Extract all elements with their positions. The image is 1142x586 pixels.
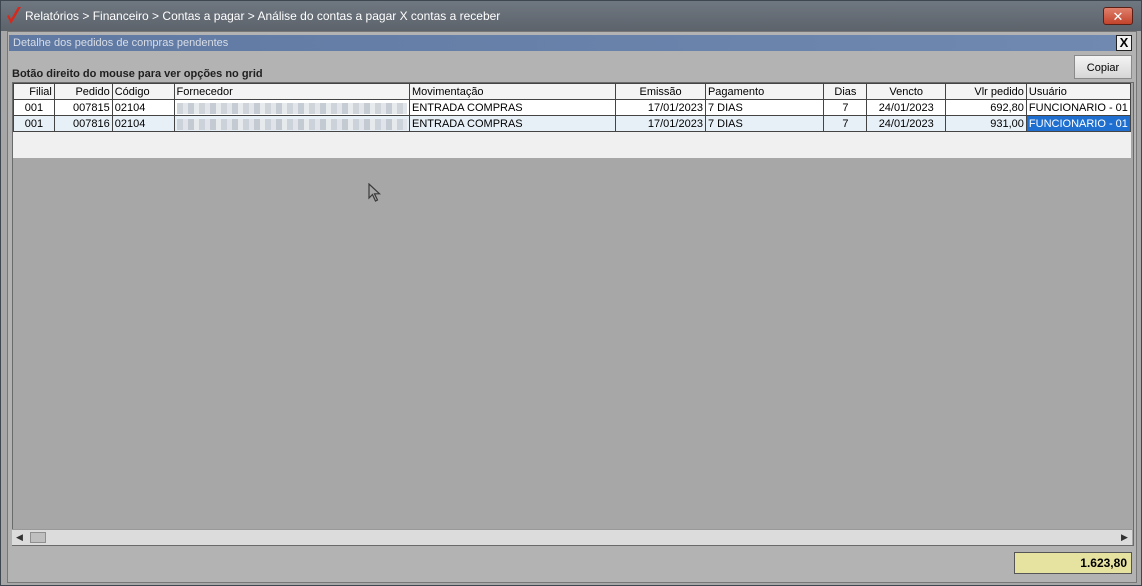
col-header-emissao[interactable]: Emissão	[615, 83, 706, 100]
grid-hint-text: Botão direito do mouse para ver opções n…	[12, 68, 263, 80]
window-close-button[interactable]: ✕	[1103, 7, 1133, 25]
copy-button[interactable]: Copiar	[1074, 55, 1132, 79]
col-header-pagamento[interactable]: Pagamento	[704, 83, 825, 100]
table-row[interactable]: 001 007815 02104 ENTRADA COMPRAS 17/01/2…	[13, 99, 1132, 116]
cell-vencto[interactable]: 24/01/2023	[866, 115, 947, 132]
cell-vlr-pedido[interactable]: 692,80	[945, 99, 1027, 116]
orders-grid[interactable]: Filial Pedido Código Fornecedor Moviment…	[12, 82, 1134, 546]
app-window: Relatórios > Financeiro > Contas a pagar…	[0, 0, 1142, 586]
scroll-right-arrow-icon[interactable]: ▶	[1117, 530, 1132, 545]
col-header-codigo[interactable]: Código	[111, 83, 175, 100]
col-header-vlr-pedido[interactable]: Vlr pedido	[945, 83, 1027, 100]
col-header-filial[interactable]: Filial	[13, 83, 55, 100]
redacted-supplier	[176, 119, 408, 130]
col-header-vencto[interactable]: Vencto	[866, 83, 947, 100]
horizontal-scrollbar[interactable]: ◀ ▶	[12, 529, 1132, 545]
cell-pagamento[interactable]: 7 DIAS	[704, 99, 825, 116]
cell-emissao[interactable]: 17/01/2023	[615, 115, 706, 132]
cell-dias[interactable]: 7	[823, 115, 868, 132]
redacted-supplier	[176, 103, 408, 114]
scroll-thumb[interactable]	[30, 532, 46, 543]
app-logo-icon	[7, 7, 21, 24]
mouse-pointer-icon	[368, 183, 382, 202]
client-area: Detalhe dos pedidos de compras pendentes…	[7, 31, 1137, 583]
table-row[interactable]: 001 007816 02104 ENTRADA COMPRAS 17/01/2…	[13, 115, 1132, 132]
cell-vlr-pedido[interactable]: 931,00	[945, 115, 1027, 132]
cell-usuario-selected[interactable]: FUNCIONARIO - 01	[1025, 115, 1132, 132]
col-header-pedido[interactable]: Pedido	[53, 83, 113, 100]
cell-codigo[interactable]: 02104	[111, 99, 175, 116]
cell-movimentacao[interactable]: ENTRADA COMPRAS	[409, 99, 617, 116]
col-header-fornecedor[interactable]: Fornecedor	[173, 83, 411, 100]
cell-usuario[interactable]: FUNCIONARIO - 01	[1025, 99, 1132, 116]
section-header: Detalhe dos pedidos de compras pendentes	[9, 35, 1121, 51]
cell-filial[interactable]: 001	[13, 115, 55, 132]
cell-dias[interactable]: 7	[823, 99, 868, 116]
cell-pedido[interactable]: 007816	[53, 115, 113, 132]
col-header-movimentacao[interactable]: Movimentação	[409, 83, 617, 100]
scroll-left-arrow-icon[interactable]: ◀	[12, 530, 27, 545]
orders-table: Filial Pedido Código Fornecedor Moviment…	[13, 83, 1132, 132]
cell-vencto[interactable]: 24/01/2023	[866, 99, 947, 116]
grid-header-row: Filial Pedido Código Fornecedor Moviment…	[13, 83, 1132, 100]
cell-movimentacao[interactable]: ENTRADA COMPRAS	[409, 115, 617, 132]
cell-filial[interactable]: 001	[13, 99, 55, 116]
cell-fornecedor[interactable]	[173, 115, 411, 132]
col-header-usuario[interactable]: Usuário	[1025, 83, 1132, 100]
cell-emissao[interactable]: 17/01/2023	[615, 99, 706, 116]
grid-content-area: Filial Pedido Código Fornecedor Moviment…	[13, 83, 1132, 158]
title-bar[interactable]: Relatórios > Financeiro > Contas a pagar…	[1, 1, 1141, 31]
section-close-button[interactable]: X	[1116, 35, 1132, 51]
cell-fornecedor[interactable]	[173, 99, 411, 116]
col-header-dias[interactable]: Dias	[823, 83, 868, 100]
cell-pagamento[interactable]: 7 DIAS	[704, 115, 825, 132]
window-title: Relatórios > Financeiro > Contas a pagar…	[25, 9, 501, 23]
total-value: 1.623,80	[1014, 552, 1132, 574]
cell-pedido[interactable]: 007815	[53, 99, 113, 116]
cell-codigo[interactable]: 02104	[111, 115, 175, 132]
